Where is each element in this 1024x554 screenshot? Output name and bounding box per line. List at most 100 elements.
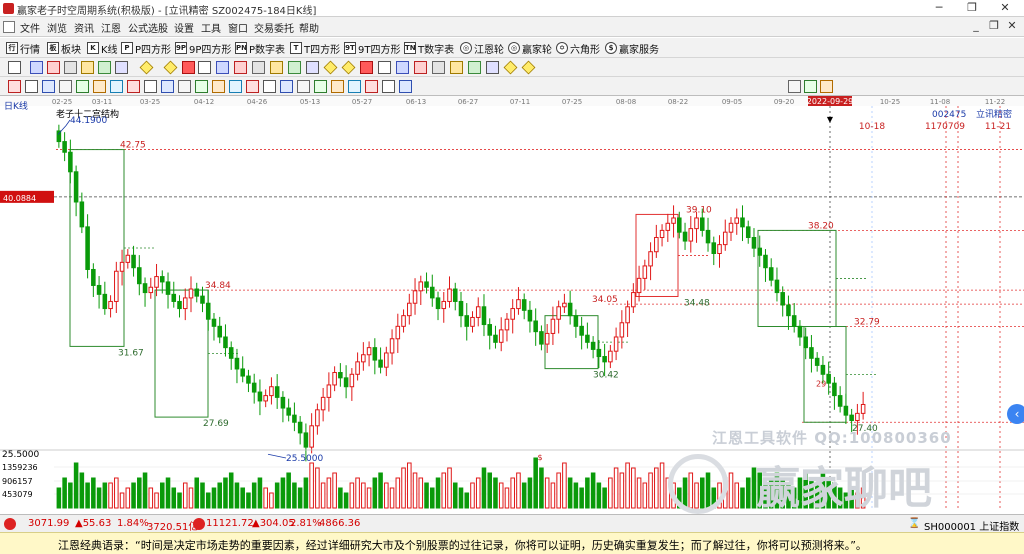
menu-window[interactable]: 窗口 [228,20,248,35]
candle-body [223,336,228,349]
toolbar3-tool-2-icon[interactable] [42,80,55,93]
toolbar2-tool-20-icon[interactable] [378,61,391,74]
toolbar2-tool-0-icon[interactable] [8,61,21,74]
toolbar-1-button[interactable]: 板板块 [47,41,81,56]
toolbar2-tool-4-icon[interactable] [81,61,94,74]
toolbar2-tool-6-icon[interactable] [115,61,128,74]
close-button[interactable]: ✕ [990,0,1020,17]
toolbar-11-button[interactable]: ✡ 六角形 [556,41,600,56]
toolbar3-tool-19-icon[interactable] [331,80,344,93]
toolbar3-tool-17-icon[interactable] [297,80,310,93]
restore-button[interactable]: ❐ [957,0,987,17]
child-restore-button[interactable]: ❐ [986,19,1002,34]
toolbar2-tool-17-icon[interactable] [323,60,338,75]
volume-bar [102,482,108,509]
volume-bar [62,477,67,509]
toolbar2-tool-1-icon[interactable] [30,61,43,74]
current-index-name[interactable]: SH000001 上证指数 [924,518,1019,533]
toolbar3-tool-23-icon[interactable] [399,80,412,93]
toolbar3-tool-22-icon[interactable] [382,80,395,93]
toolbar2-tool-15-icon[interactable] [288,61,301,74]
toolbar3-tool-13-icon[interactable] [229,80,242,93]
toolbar2-tool-2-icon[interactable] [47,61,60,74]
child-minimize-button[interactable]: _ [968,19,984,34]
toolbar3-tool-26-icon[interactable] [820,80,833,93]
toolbar2-tool-16-icon[interactable] [306,61,319,74]
toolbar3-tool-8-icon[interactable] [144,80,157,93]
toolbar-5-button[interactable]: PN P数字表 [235,41,285,56]
toolbar2-tool-23-icon[interactable] [432,61,445,74]
toolbar3-tool-14-icon[interactable] [246,80,259,93]
toolbar2-tool-19-icon[interactable] [360,61,373,74]
toolbar3-tool-18-icon[interactable] [314,80,327,93]
toolbar2-tool-27-icon[interactable] [503,60,518,75]
toolbar2-tool-12-icon[interactable] [234,61,247,74]
toolbar2-tool-24-icon[interactable] [450,61,463,74]
toolbar3-tool-3-icon[interactable] [59,80,72,93]
toolbar3-tool-16-icon[interactable] [280,80,293,93]
toolbar-8-button[interactable]: TN T数字表 [404,41,454,56]
collapse-arrow-icon[interactable]: ‹ [1007,404,1024,424]
candle-body [613,336,619,352]
menu-help[interactable]: 帮助 [299,20,319,35]
toolbar2-tool-7-icon[interactable] [139,60,154,75]
menu-trade[interactable]: 交易委托 [254,20,294,35]
candle-body [177,300,182,310]
toolbar2-tool-14-icon[interactable] [270,61,283,74]
toolbar3-tool-4-icon[interactable] [76,80,89,93]
candle-106 [665,213,671,242]
menu-news[interactable]: 资讯 [74,20,94,35]
menu-settings[interactable]: 设置 [174,20,194,35]
toolbar3-tool-9-icon[interactable] [161,80,174,93]
menu-tools[interactable]: 工具 [201,20,221,35]
sh-index-icon[interactable] [4,518,16,530]
minimize-button[interactable]: ─ [924,0,954,17]
sz-index-icon[interactable] [193,518,205,530]
toolbar3-tool-24-icon[interactable] [788,80,801,93]
toolbar3-tool-12-icon[interactable] [212,80,225,93]
toolbar2-tool-10-icon[interactable] [198,61,211,74]
toolbar-6-button[interactable]: T T四方形 [290,41,340,56]
toolbar-3-button[interactable]: P P四方形 [121,41,171,56]
candle-70 [458,292,464,328]
menu-file[interactable]: 文件 [20,20,40,35]
toolbar2-tool-26-icon[interactable] [486,61,499,74]
toolbar3-tool-20-icon[interactable] [348,80,361,93]
child-close-button[interactable]: ✕ [1004,19,1020,34]
toolbar2-tool-5-icon[interactable] [98,61,111,74]
menu-formula-screen[interactable]: 公式选股 [128,20,168,35]
toolbar3-tool-6-icon[interactable] [110,80,123,93]
toolbar-7-button[interactable]: 9T 9T四方形 [344,41,400,56]
system-menu-icon[interactable] [3,21,15,33]
toolbar-9-button[interactable]: ◎ 江恩轮 [460,41,504,56]
toolbar-0-button[interactable]: 行行情 [6,41,40,56]
toolbar3-tool-5-icon[interactable] [93,80,106,93]
toolbar-10-button[interactable]: ◎ 赢家轮 [508,41,552,56]
toolbar3-tool-25-icon[interactable] [804,80,817,93]
toolbar2-tool-25-icon[interactable] [468,61,481,74]
toolbar-12-button[interactable]: $ 赢家服务 [605,41,659,56]
toolbar3-tool-11-icon[interactable] [195,80,208,93]
menu-browse[interactable]: 浏览 [47,20,67,35]
toolbar2-tool-22-icon[interactable] [414,61,427,74]
toolbar2-tool-28-icon[interactable] [521,60,536,75]
highlight-date-label: 2022-09-29 [807,97,854,106]
toolbar3-tool-7-icon[interactable] [127,80,140,93]
toolbar-4-button[interactable]: 9P 9P四方形 [175,41,231,56]
toolbar2-tool-3-icon[interactable] [64,61,77,74]
toolbar3-tool-1-icon[interactable] [25,80,38,93]
menu-gann[interactable]: 江恩 [101,20,121,35]
toolbar3-tool-0-icon[interactable] [8,80,21,93]
candle-body [274,386,280,398]
toolbar3-tool-15-icon[interactable] [263,80,276,93]
toolbar2-tool-8-icon[interactable] [163,60,178,75]
toolbar2-tool-18-icon[interactable] [341,60,356,75]
toolbar2-tool-13-icon[interactable] [252,61,265,74]
toolbar3-tool-21-icon[interactable] [365,80,378,93]
toolbar2-tool-11-icon[interactable] [216,61,229,74]
candle-body [780,292,785,306]
toolbar3-tool-10-icon[interactable] [178,80,191,93]
toolbar-2-button[interactable]: K K线 [87,41,118,56]
toolbar2-tool-9-icon[interactable] [182,61,195,74]
toolbar2-tool-21-icon[interactable] [396,61,409,74]
